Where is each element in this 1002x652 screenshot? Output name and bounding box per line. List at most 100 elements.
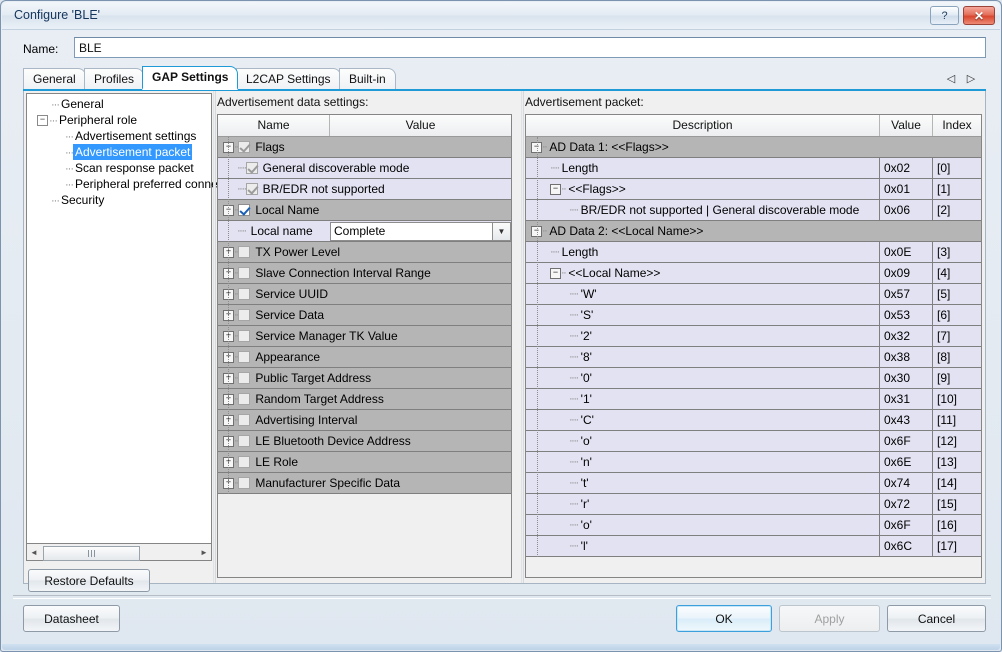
tab-l2cap-settings[interactable]: L2CAP Settings <box>236 68 341 90</box>
tree-horizontal-scrollbar[interactable]: ◄ ► <box>26 544 212 561</box>
scroll-left-icon[interactable]: ◄ <box>27 545 41 560</box>
splitter-left[interactable] <box>213 91 216 583</box>
adv-settings-row[interactable]: ···· General discoverable mode <box>218 158 511 179</box>
column-header-value[interactable]: Value <box>880 115 933 136</box>
tab-gap-settings[interactable]: GAP Settings <box>142 66 239 90</box>
datasheet-button[interactable]: Datasheet <box>23 605 120 632</box>
local-name-type-dropdown[interactable]: Complete ▼ <box>330 221 511 241</box>
ok-button[interactable]: OK <box>676 605 772 632</box>
adv-packet-row[interactable]: ···· '1' 0x31 [10] <box>526 389 981 410</box>
adv-packet-grid[interactable]: Description Value Index − ·· AD Data 1: <<… <box>525 114 982 578</box>
restore-defaults-button[interactable]: Restore Defaults <box>28 569 150 592</box>
adv-packet-row[interactable]: ····'o' 0x6F [16] <box>526 515 981 536</box>
settings-tree[interactable]: ··· General − ··· Peripheral role ··· Advertis… <box>26 93 218 544</box>
cancel-button[interactable]: Cancel <box>887 605 986 632</box>
tree-item-security[interactable]: ··· Security <box>27 192 211 208</box>
adv-settings-row[interactable]: − ·· Flags <box>218 137 511 158</box>
tree-item-general[interactable]: ··· General <box>27 96 211 112</box>
row-checkbox[interactable] <box>238 414 251 426</box>
adv-settings-row[interactable]: + ·· Service Manager TK Value <box>218 326 511 347</box>
adv-packet-row[interactable]: ···· Length 0x02 [0] <box>526 158 981 179</box>
close-icon[interactable]: ✕ <box>963 6 995 25</box>
adv-packet-row[interactable]: ····'n' 0x6E [13] <box>526 452 981 473</box>
adv-settings-row[interactable]: + ·· Manufacturer Specific Data <box>218 473 511 494</box>
row-checkbox[interactable] <box>238 330 251 342</box>
apply-button[interactable]: Apply <box>779 605 880 632</box>
expander-icon[interactable]: − <box>550 183 561 195</box>
adv-settings-row[interactable]: + ·· Slave Connection Interval Range <box>218 263 511 284</box>
adv-settings-grid[interactable]: Name Value − ·· Flags ···· General discovera… <box>217 114 512 578</box>
row-checkbox[interactable] <box>238 372 251 384</box>
row-checkbox[interactable] <box>238 435 251 447</box>
adv-packet-row[interactable]: ····'r' 0x72 [15] <box>526 494 981 515</box>
adv-settings-row[interactable]: + ·· Appearance <box>218 347 511 368</box>
adv-packet-row[interactable]: − ·· AD Data 1: <<Flags>> <box>526 137 981 158</box>
row-checkbox[interactable] <box>238 309 251 321</box>
adv-packet-description-cell: ····'t' <box>526 473 880 493</box>
row-checkbox[interactable] <box>238 351 251 363</box>
tab-profiles[interactable]: Profiles <box>84 68 145 90</box>
adv-packet-row[interactable]: ···· '2' 0x32 [7] <box>526 326 981 347</box>
tab-scroll-right-icon[interactable]: ▷ <box>963 71 979 87</box>
adv-settings-row[interactable]: ···· BR/EDR not supported <box>218 179 511 200</box>
row-checkbox[interactable] <box>238 204 251 216</box>
row-checkbox[interactable] <box>238 267 251 279</box>
tree-item-advertisement-settings[interactable]: ··· Advertisement settings <box>27 128 211 144</box>
adv-packet-row[interactable]: ····'o' 0x6F [12] <box>526 431 981 452</box>
adv-packet-row[interactable]: ····'l' 0x6C [17] <box>526 536 981 557</box>
adv-packet-row[interactable]: ····'t' 0x74 [14] <box>526 473 981 494</box>
tree-guide-line <box>228 137 230 494</box>
scroll-right-icon[interactable]: ► <box>197 545 211 560</box>
adv-settings-row[interactable]: + ·· TX Power Level <box>218 242 511 263</box>
tree-item-peripheral-preferred-conne[interactable]: ··· Peripheral preferred conne <box>27 176 218 192</box>
row-checkbox[interactable] <box>238 246 251 258</box>
column-header-name[interactable]: Name <box>218 115 330 136</box>
adv-settings-row[interactable]: + ·· Advertising Interval <box>218 410 511 431</box>
expander-icon[interactable]: − <box>550 267 561 279</box>
adv-packet-row[interactable]: ···· 'W' 0x57 [5] <box>526 284 981 305</box>
column-header-description[interactable]: Description <box>526 115 880 136</box>
adv-packet-row[interactable]: ···· Length 0x0E [3] <box>526 242 981 263</box>
adv-packet-row[interactable]: − ·· <<Flags>> 0x01 [1] <box>526 179 981 200</box>
row-checkbox[interactable] <box>238 288 251 300</box>
adv-packet-row[interactable]: − ·· <<Local Name>> 0x09 [4] <box>526 263 981 284</box>
tab-built-in[interactable]: Built-in <box>339 68 396 90</box>
column-header-value[interactable]: Value <box>330 115 511 136</box>
adv-settings-row[interactable]: + ·· Random Target Address <box>218 389 511 410</box>
help-icon[interactable]: ? <box>930 6 959 25</box>
chevron-down-icon[interactable]: ▼ <box>492 222 510 240</box>
row-checkbox[interactable] <box>238 477 251 489</box>
splitter-right[interactable] <box>521 91 524 583</box>
adv-packet-row[interactable]: − ·· AD Data 2: <<Local Name>> <box>526 221 981 242</box>
tab-scroll-left-icon[interactable]: ◁ <box>943 71 959 87</box>
adv-settings-row[interactable]: ···· Local name Complete ▼ <box>218 221 511 242</box>
name-input[interactable] <box>74 37 986 58</box>
row-checkbox[interactable] <box>238 393 251 405</box>
adv-settings-row-label: Slave Connection Interval Range <box>255 266 431 280</box>
adv-packet-row[interactable]: ···· 'C' 0x43 [11] <box>526 410 981 431</box>
adv-packet-description-cell: − ·· <<Flags>> <box>526 179 880 199</box>
row-checkbox[interactable] <box>238 456 251 468</box>
tree-expander-icon[interactable]: − <box>37 115 48 127</box>
adv-settings-header: Name Value <box>218 115 511 137</box>
row-checkbox[interactable] <box>238 141 251 153</box>
adv-settings-row[interactable]: + ·· Service Data <box>218 305 511 326</box>
adv-settings-row[interactable]: + ·· Service UUID <box>218 284 511 305</box>
adv-settings-row[interactable]: + ·· Public Target Address <box>218 368 511 389</box>
adv-packet-row[interactable]: ···· '0' 0x30 [9] <box>526 368 981 389</box>
row-checkbox[interactable] <box>245 183 258 195</box>
adv-settings-row[interactable]: + ·· LE Role <box>218 452 511 473</box>
scroll-thumb[interactable] <box>43 545 140 561</box>
tab-general[interactable]: General <box>23 68 86 90</box>
adv-settings-row[interactable]: + ·· LE Bluetooth Device Address <box>218 431 511 452</box>
tree-item-scan-response-packet[interactable]: ··· Scan response packet <box>27 160 211 176</box>
tree-item-advertisement-packet[interactable]: ··· Advertisement packet <box>27 144 211 160</box>
adv-packet-row[interactable]: ···· BR/EDR not supported | General disco… <box>526 200 981 221</box>
adv-settings-row[interactable]: − ·· Local Name <box>218 200 511 221</box>
adv-packet-row[interactable]: ···· 'S' 0x53 [6] <box>526 305 981 326</box>
scroll-track[interactable] <box>41 545 197 561</box>
adv-packet-row[interactable]: ···· '8' 0x38 [8] <box>526 347 981 368</box>
column-header-index[interactable]: Index <box>933 115 981 136</box>
tree-item-peripheral-role[interactable]: − ··· Peripheral role <box>27 112 211 128</box>
row-checkbox[interactable] <box>245 162 258 174</box>
